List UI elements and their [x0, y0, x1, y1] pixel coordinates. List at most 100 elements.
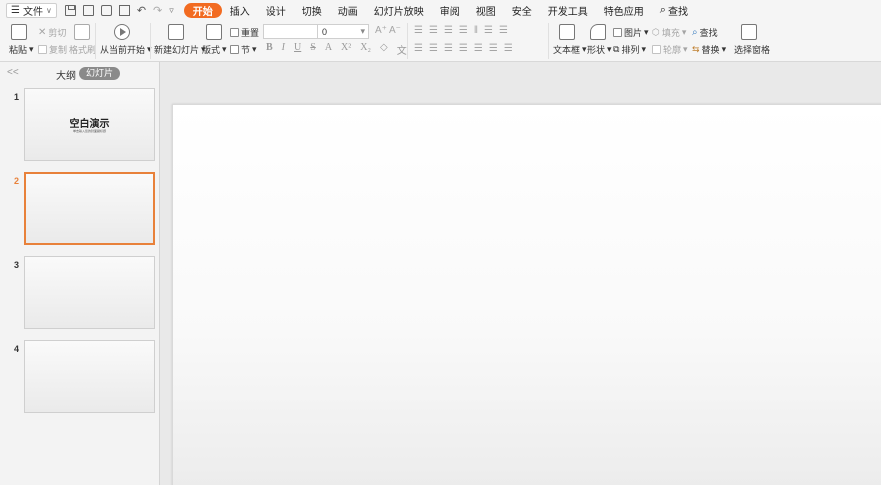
caret-icon: ▾ — [582, 44, 587, 54]
save-icon[interactable] — [64, 4, 76, 16]
paste-icon[interactable] — [11, 24, 27, 40]
print-preview-icon[interactable] — [118, 4, 130, 16]
text-box-button[interactable]: 文本框 ▾ — [553, 43, 587, 56]
tab-insert[interactable]: 插入 — [222, 3, 258, 18]
decrease-font-icon[interactable]: A⁻ — [389, 25, 401, 36]
play-icon[interactable] — [114, 24, 130, 40]
cut-button[interactable]: ✕ 剪切 — [38, 26, 66, 39]
italic-icon[interactable]: I — [282, 42, 285, 57]
paste-label: 粘贴 — [9, 45, 28, 55]
strikethrough-icon[interactable]: S — [310, 42, 316, 57]
customize-quick-access-icon[interactable]: ▿ — [169, 5, 174, 16]
section-button[interactable]: 节 ▾ — [230, 43, 257, 56]
play-from-current-button[interactable]: 从当前开始 ▾ — [100, 43, 152, 56]
increase-font-icon[interactable]: A⁺ — [375, 25, 387, 36]
print-icon[interactable] — [100, 4, 112, 16]
separator — [407, 23, 408, 59]
tab-transitions[interactable]: 切换 — [294, 3, 330, 18]
export-icon[interactable] — [82, 4, 94, 16]
collapse-panel-button[interactable]: << — [7, 67, 19, 78]
format-painter-icon[interactable] — [74, 24, 90, 40]
reset-button[interactable]: 重置 — [230, 26, 259, 39]
undo-icon[interactable]: ↶ — [137, 4, 146, 17]
caret-icon: ▾ — [644, 27, 649, 37]
bold-icon[interactable]: B — [266, 42, 273, 57]
clear-format-icon[interactable]: ◇ — [380, 42, 388, 57]
new-slide-icon[interactable] — [168, 24, 184, 40]
file-menu-button[interactable]: ☰ 文件 ∨ — [6, 2, 57, 18]
align-left-icon[interactable]: ☰ — [414, 43, 423, 54]
slide-number: 2 — [14, 176, 20, 186]
layout-button[interactable]: 版式 ▾ — [202, 43, 227, 56]
decrease-indent-icon[interactable]: ☰ — [444, 25, 453, 36]
search-button[interactable]: ⌕ 查找 — [652, 3, 696, 18]
highlight-icon[interactable]: 文 — [397, 42, 407, 57]
chevron-down-icon: ∨ — [45, 5, 52, 15]
slide-thumbnail-1[interactable]: 空白演示 单击输入您的封面副标题 — [24, 88, 155, 161]
line-spacing-icon[interactable]: ☰ — [484, 25, 493, 36]
replace-icon: ⇆ — [692, 44, 700, 54]
section-icon — [230, 45, 239, 54]
align-right-icon[interactable]: ☰ — [444, 43, 453, 54]
tab-animations[interactable]: 动画 — [330, 3, 366, 18]
arrange-button[interactable]: ⧉ 排列 ▾ — [613, 43, 646, 56]
layout-label: 版式 — [202, 45, 221, 55]
font-color-icon[interactable]: A — [325, 42, 332, 57]
menu-bar: ☰ 文件 ∨ ↶ ↷ ▿ 开始 插入 设计 切换 动画 幻灯片放映 审阅 视图 … — [0, 0, 881, 20]
tab-view[interactable]: 视图 — [468, 3, 504, 18]
slide-thumbnail-3[interactable] — [24, 256, 155, 329]
tab-slides[interactable]: 幻灯片 — [79, 67, 121, 80]
reset-label: 重置 — [241, 28, 260, 38]
format-painter-button[interactable]: 格式刷 — [69, 43, 96, 56]
fill-button[interactable]: ⬡ 填充 ▾ — [652, 26, 686, 39]
tab-security[interactable]: 安全 — [504, 3, 540, 18]
increase-indent-icon[interactable]: ☰ — [459, 25, 468, 36]
selection-pane-icon[interactable] — [741, 24, 757, 40]
columns-icon[interactable]: ☰ — [499, 25, 508, 36]
font-size-buttons: A⁺ A⁻ — [375, 25, 401, 36]
section-label: 节 — [241, 45, 251, 55]
tab-outline[interactable]: 大纲 — [56, 67, 76, 82]
font-size-combo[interactable]: 0 ▾ — [317, 24, 369, 39]
paragraph-spacing-icon[interactable]: ☰ — [504, 43, 513, 54]
find-button[interactable]: ⌕ 查找 — [692, 26, 718, 39]
new-slide-button[interactable]: 新建幻灯片 ▾ — [154, 43, 206, 56]
picture-button[interactable]: 图片 ▾ — [613, 26, 649, 39]
text-box-icon[interactable] — [559, 24, 575, 40]
search-label: 查找 — [667, 6, 688, 18]
text-direction-icon[interactable]: ‖ — [474, 25, 478, 36]
tab-home[interactable]: 开始 — [183, 2, 222, 18]
tab-special-features[interactable]: 特色应用 — [596, 3, 652, 18]
hamburger-icon: ☰ — [11, 4, 20, 16]
tab-design[interactable]: 设计 — [258, 3, 294, 18]
shape-icon[interactable] — [590, 24, 606, 40]
numbered-list-icon[interactable]: ☰ — [429, 25, 438, 36]
align-center-icon[interactable]: ☰ — [429, 43, 438, 54]
redo-icon[interactable]: ↷ — [153, 4, 162, 17]
slide-thumbnail-4[interactable] — [24, 340, 155, 413]
tab-slideshow[interactable]: 幻灯片放映 — [366, 3, 432, 18]
replace-button[interactable]: ⇆ 替换 ▾ — [692, 43, 726, 56]
shape-button[interactable]: 形状 ▾ — [587, 43, 612, 56]
tab-review[interactable]: 审阅 — [432, 3, 468, 18]
panel-tabs: << 大纲 幻灯片 — [0, 62, 160, 84]
layout-icon[interactable] — [206, 24, 222, 40]
distribute-icon[interactable]: ☰ — [474, 43, 483, 54]
subscript-icon[interactable]: X₂ — [360, 42, 371, 57]
outline-button[interactable]: 轮廓 ▾ — [652, 43, 688, 56]
selection-pane-button[interactable]: 选择窗格 — [734, 43, 770, 56]
copy-icon — [38, 45, 47, 54]
slide-canvas[interactable] — [172, 104, 881, 485]
vertical-align-icon[interactable]: ☰ — [489, 43, 498, 54]
bullet-list-icon[interactable]: ☰ — [414, 25, 423, 36]
chevron-down-icon: ▾ — [360, 26, 365, 36]
copy-button[interactable]: 复制 — [38, 43, 67, 56]
underline-icon[interactable]: U — [294, 42, 301, 57]
slide-thumbnail-2[interactable] — [24, 172, 155, 245]
paste-button[interactable]: 粘贴 ▾ — [9, 43, 34, 56]
caret-icon: ▾ — [681, 27, 687, 37]
justify-icon[interactable]: ☰ — [459, 43, 468, 54]
tab-developer[interactable]: 开发工具 — [540, 3, 596, 18]
superscript-icon[interactable]: X² — [341, 42, 351, 57]
slide-number: 1 — [14, 92, 20, 102]
